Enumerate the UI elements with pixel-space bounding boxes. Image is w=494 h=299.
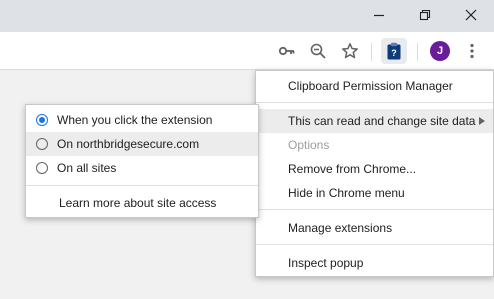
menu-divider [256,102,493,103]
link-label: Learn more about site access [59,196,217,210]
key-icon [278,46,295,56]
menu-item-label: Inspect popup [288,256,364,270]
option-label: On northbridgesecure.com [57,137,200,151]
learn-more-site-access-link[interactable]: Learn more about site access [26,191,258,215]
clipboard-extension-icon: ? [387,42,401,60]
svg-text:?: ? [391,48,397,58]
toolbar-separator [371,43,372,61]
profile-avatar[interactable]: J [430,41,450,61]
site-access-submenu: When you click the extension On northbri… [25,104,259,218]
menu-divider [26,185,258,186]
chrome-menu-button[interactable] [460,39,484,63]
password-key-button[interactable] [275,39,299,63]
option-label: On all sites [57,161,117,175]
star-icon [342,43,358,59]
site-access-option-on-click[interactable]: When you click the extension [26,108,258,132]
menu-item-manage-extensions[interactable]: Manage extensions [256,216,493,240]
menu-item-label: Hide in Chrome menu [288,186,405,200]
menu-kebab-icon [470,43,474,59]
submenu-arrow-icon [479,117,485,125]
bookmark-star-button[interactable] [338,39,362,63]
menu-divider [256,244,493,245]
menu-item-label: Options [288,138,330,152]
close-window-button[interactable] [448,0,494,30]
radio-selected-icon [36,114,48,126]
zoom-out-icon [310,43,326,59]
clipboard-extension-button[interactable]: ? [381,38,407,64]
toolbar-separator [417,43,418,61]
radio-unselected-icon [36,138,48,150]
menu-item-options: Options [256,133,493,157]
menu-divider [256,209,493,210]
site-access-option-this-site[interactable]: On northbridgesecure.com [26,132,258,156]
menu-item-extension-name[interactable]: Clipboard Permission Manager [256,74,493,98]
browser-toolbar: ? J [0,32,494,70]
option-label: When you click the extension [57,113,213,127]
title-bar [0,0,494,32]
site-access-option-all-sites[interactable]: On all sites [26,156,258,180]
extension-context-menu: Clipboard Permission Manager This can re… [255,70,494,277]
zoom-button[interactable] [306,39,330,63]
menu-item-hide[interactable]: Hide in Chrome menu [256,181,493,205]
menu-item-inspect-popup[interactable]: Inspect popup [256,251,493,275]
menu-item-site-data[interactable]: This can read and change site data [256,109,493,133]
minimize-icon [374,14,384,17]
menu-item-label: This can read and change site data [288,114,476,128]
menu-item-label: Manage extensions [288,221,393,235]
minimize-button[interactable] [356,0,402,30]
close-icon [465,9,477,21]
restore-icon [419,9,431,21]
menu-item-label: Clipboard Permission Manager [288,79,453,93]
menu-item-remove[interactable]: Remove from Chrome... [256,157,493,181]
radio-unselected-icon [36,162,48,174]
restore-button[interactable] [402,0,448,30]
menu-item-label: Remove from Chrome... [288,162,417,176]
